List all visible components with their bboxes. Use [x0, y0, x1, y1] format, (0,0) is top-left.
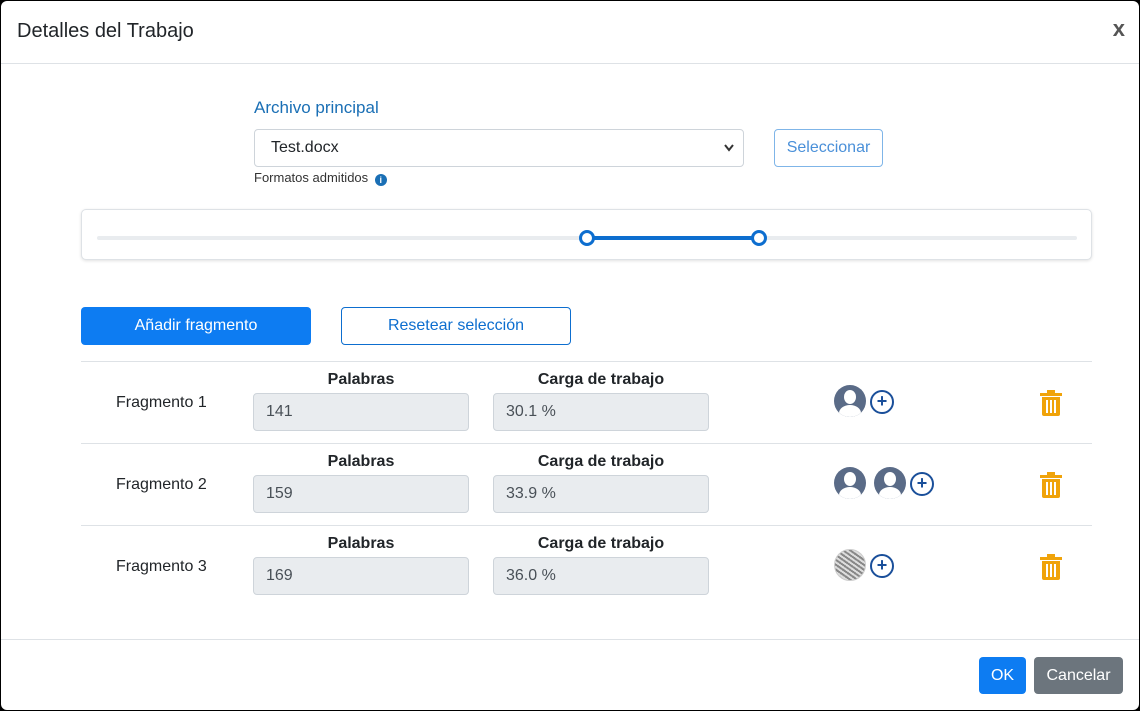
fragment-label: Fragmento 2: [116, 476, 207, 493]
words-field: 169: [253, 557, 469, 595]
workload-header: Carga de trabajo: [537, 535, 665, 552]
dialog-title: Detalles del Trabajo: [17, 20, 194, 42]
chevron-down-icon: [723, 130, 735, 181]
trash-icon[interactable]: [1040, 554, 1062, 580]
fragment-row: Fragmento 1 Palabras 141 Carga de trabajo 30…: [81, 361, 1092, 443]
user-avatar-icon[interactable]: [874, 467, 906, 499]
workload-header: Carga de trabajo: [537, 453, 665, 470]
main-file-select[interactable]: Test.docx: [254, 129, 744, 167]
trash-icon[interactable]: [1040, 390, 1062, 416]
fragment-row: Fragmento 2 Palabras 159 Carga de trabajo 33…: [81, 443, 1092, 525]
close-button[interactable]: x: [1113, 18, 1125, 40]
add-user-icon[interactable]: +: [870, 390, 894, 414]
main-file-label: Archivo principal: [254, 98, 379, 117]
fragment-label: Fragmento 1: [116, 394, 207, 411]
ok-button[interactable]: OK: [979, 657, 1026, 694]
words-field: 141: [253, 393, 469, 431]
trash-icon[interactable]: [1040, 472, 1062, 498]
dialog-header: Detalles del Trabajo x: [1, 1, 1139, 64]
cancel-button[interactable]: Cancelar: [1034, 657, 1123, 694]
slider-selected-range: [587, 236, 759, 240]
user-avatar-icon[interactable]: [834, 385, 866, 417]
slider-handle-end[interactable]: [750, 230, 767, 246]
job-details-dialog: Detalles del Trabajo x Archivo principal…: [1, 1, 1139, 710]
user-photo-avatar[interactable]: [834, 549, 866, 581]
supported-formats-text: Formatos admitidos: [254, 170, 369, 185]
words-header: Palabras: [327, 371, 395, 388]
workload-field: 33.9 %: [493, 475, 709, 513]
add-fragment-button[interactable]: Añadir fragmento: [81, 307, 311, 345]
select-file-button[interactable]: Seleccionar: [774, 129, 883, 167]
words-field: 159: [253, 475, 469, 513]
workload-field: 30.1 %: [493, 393, 709, 431]
info-icon[interactable]: i: [374, 174, 387, 186]
fragment-label: Fragmento 3: [116, 558, 207, 575]
slider-handle-start[interactable]: [579, 230, 595, 246]
workload-field: 36.0 %: [493, 557, 709, 595]
user-avatar-icon[interactable]: [834, 467, 866, 499]
words-header: Palabras: [327, 535, 395, 552]
workload-header: Carga de trabajo: [537, 371, 665, 388]
fragment-row: Fragmento 3 Palabras 169 Carga de trabajo 36…: [81, 525, 1092, 607]
words-header: Palabras: [327, 453, 395, 470]
add-user-icon[interactable]: +: [910, 472, 934, 496]
reset-selection-button[interactable]: Resetear selección: [341, 307, 571, 345]
main-file-selected-value: Test.docx: [271, 139, 339, 156]
add-user-icon[interactable]: +: [870, 554, 894, 578]
fragment-range-slider: [81, 209, 1092, 260]
dialog-footer: OK Cancelar: [1, 639, 1139, 710]
supported-formats: Formatos admitidos i: [254, 170, 387, 186]
